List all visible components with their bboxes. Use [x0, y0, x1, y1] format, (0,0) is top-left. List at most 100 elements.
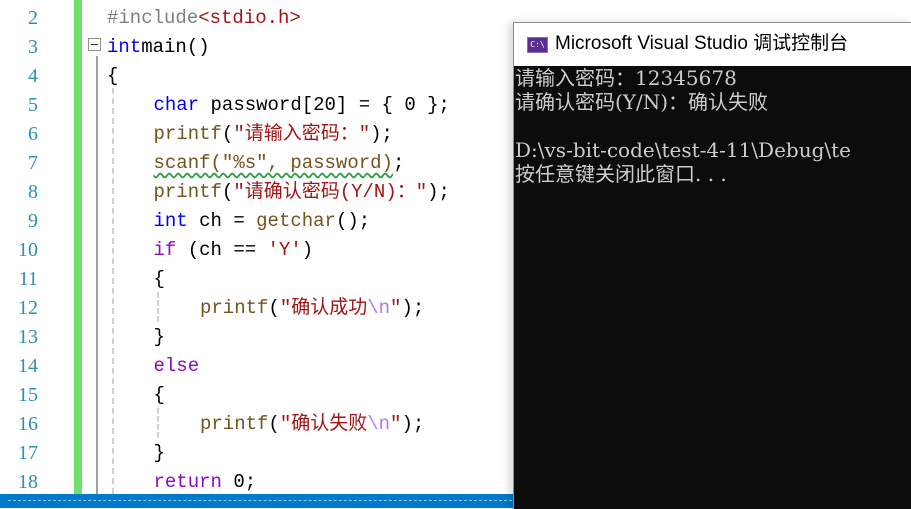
code-token: password[20] = { 0 };	[199, 94, 450, 116]
console-line: D:\vs-bit-code\test-4-11\Debug\te	[515, 138, 852, 162]
code-line[interactable]: 8 printf("请确认密码(Y/N)：");	[0, 178, 520, 207]
code-editor[interactable]: 2 #include<stdio.h> 3 intmain() 4{5 char pass…	[0, 0, 520, 494]
code-token: else	[153, 355, 200, 377]
line-number: 11	[18, 268, 38, 290]
code-text: {	[107, 62, 118, 91]
code-text: char password[20] = { 0 };	[154, 91, 450, 120]
code-token: "	[390, 413, 402, 435]
console-title: Microsoft Visual Studio 调试控制台	[555, 33, 849, 54]
code-line[interactable]: 18 return 0;	[0, 468, 520, 494]
code-token: ch =	[187, 210, 257, 232]
line-number: 13	[18, 326, 38, 348]
code-line[interactable]: 11 {	[0, 265, 520, 294]
code-token: (	[221, 181, 234, 203]
console-line: 请输入密码：12345678	[515, 66, 737, 90]
code-text: {	[154, 265, 165, 294]
code-text: if (ch == 'Y')	[154, 236, 314, 265]
line-number: 5	[28, 94, 38, 116]
code-token: printf	[153, 123, 222, 145]
code-text: printf("确认失败\n");	[200, 410, 424, 439]
line-number: 3	[28, 36, 38, 58]
code-text: printf("确认成功\n");	[200, 294, 424, 323]
code-token: ;	[392, 152, 405, 174]
code-token: scanf("%s", password)	[153, 152, 393, 174]
line-number: 8	[28, 181, 38, 203]
line-number: 17	[18, 442, 38, 464]
line-number: 12	[18, 297, 38, 319]
line-number: 16	[18, 413, 38, 435]
console-output[interactable]: 请输入密码：12345678 请确认密码(Y/N)：确认失败 D:\vs-bit…	[514, 66, 911, 509]
code-token: "确认失败	[279, 413, 368, 435]
code-token: );	[370, 123, 393, 145]
code-text: }	[154, 439, 165, 468]
code-token: #include	[107, 7, 199, 29]
code-token: if	[153, 239, 177, 261]
code-text: }	[154, 323, 165, 352]
console-title-bar[interactable]: C:\ Microsoft Visual Studio 调试控制台	[514, 23, 911, 66]
code-text: printf("请确认密码(Y/N)：");	[154, 178, 450, 207]
line-number: 15	[18, 384, 38, 406]
code-line[interactable]: 12 printf("确认成功\n");	[0, 294, 520, 323]
code-token: main()	[141, 36, 210, 58]
code-line[interactable]: 5 char password[20] = { 0 };	[0, 91, 520, 120]
console-line: 请确认密码(Y/N)：确认失败	[515, 90, 769, 114]
code-token: <stdio.h>	[198, 7, 301, 29]
code-token: \n	[367, 413, 391, 435]
code-line[interactable]: 6 printf("请输入密码：");	[0, 120, 520, 149]
code-token: getchar	[256, 210, 336, 232]
console-line: 按任意键关闭此窗口. . .	[515, 162, 727, 186]
code-line[interactable]: 17}	[0, 439, 520, 468]
code-token: "请输入密码："	[233, 123, 371, 145]
code-token: {	[107, 65, 119, 87]
line-number: 4	[28, 65, 38, 87]
code-line[interactable]: 10 if (ch == 'Y')	[0, 236, 520, 265]
code-line[interactable]: 15 {	[0, 381, 520, 410]
line-number: 2	[28, 7, 38, 29]
code-token: "确认成功	[279, 297, 368, 319]
code-token: "	[390, 297, 402, 319]
code-token: "请确认密码(Y/N)："	[233, 181, 428, 203]
code-line[interactable]: 9 int ch = getchar();	[0, 207, 520, 236]
code-token: int	[107, 36, 142, 58]
code-line[interactable]: 16 printf("确认失败\n");	[0, 410, 520, 439]
code-line[interactable]: 7 scanf("%s", password);	[0, 149, 520, 178]
code-token: {	[153, 268, 165, 290]
code-token: );	[401, 297, 425, 319]
code-line[interactable]: 4{	[0, 62, 520, 91]
code-token: printf	[200, 297, 269, 319]
code-token: )	[301, 239, 314, 261]
line-number: 6	[28, 123, 38, 145]
code-text: int ch = getchar();	[154, 207, 371, 236]
code-text: intmain()	[107, 33, 210, 62]
code-text: {	[154, 381, 165, 410]
code-token: 0;	[221, 471, 257, 493]
code-token: (	[221, 123, 234, 145]
code-line[interactable]: 2 #include<stdio.h>	[0, 4, 520, 33]
editor-status-bar	[0, 494, 520, 508]
code-line[interactable]: 14 else	[0, 352, 520, 381]
code-token: (ch ==	[176, 239, 268, 261]
code-token: return	[153, 471, 222, 493]
code-token: \n	[367, 297, 391, 319]
line-number: 9	[28, 210, 38, 232]
code-line[interactable]: 13}	[0, 323, 520, 352]
code-text: #include<stdio.h>	[107, 4, 301, 33]
line-number: 14	[18, 355, 38, 377]
line-number: 18	[18, 471, 38, 493]
code-token: (	[268, 297, 280, 319]
line-number: 7	[28, 152, 38, 174]
debug-console-window[interactable]: C:\ Microsoft Visual Studio 调试控制台 请输入密码：…	[513, 22, 911, 509]
code-token: char	[153, 94, 200, 116]
code-text: printf("请输入密码：");	[154, 120, 393, 149]
code-token: ();	[335, 210, 371, 232]
code-line[interactable]: 3 intmain()	[0, 33, 520, 62]
code-token: (	[268, 413, 280, 435]
code-token: }	[153, 442, 165, 464]
code-token: int	[153, 210, 188, 232]
line-number: 10	[18, 239, 38, 261]
code-text: scanf("%s", password);	[154, 149, 405, 178]
code-token: );	[401, 413, 425, 435]
code-text: return 0;	[154, 468, 257, 494]
code-token: {	[153, 384, 165, 406]
code-token: 'Y'	[267, 239, 302, 261]
